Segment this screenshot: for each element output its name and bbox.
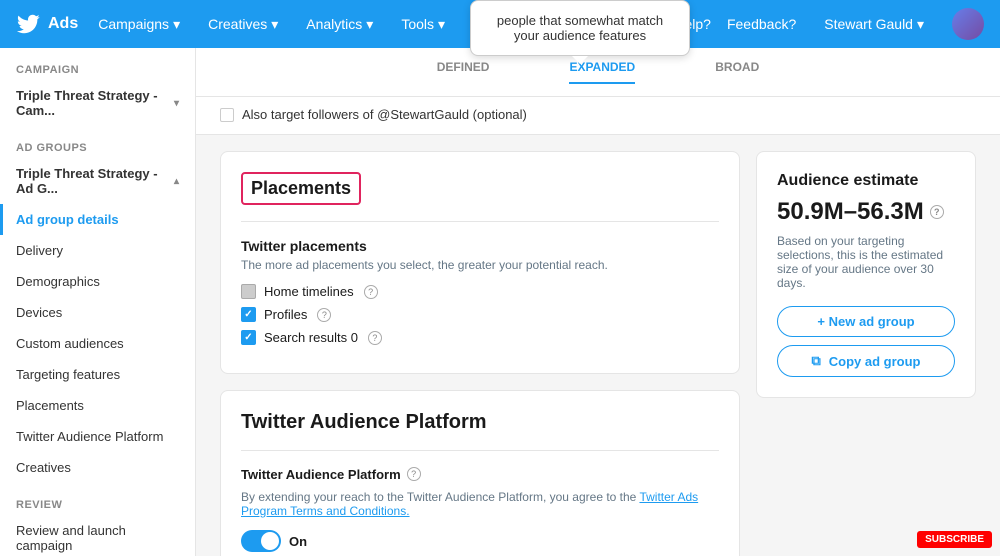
- toggle-knob: [261, 532, 279, 550]
- twitter-logo-icon: [16, 12, 40, 36]
- sidebar-item-delivery[interactable]: Delivery: [0, 235, 195, 266]
- campaign-section-label: CAMPAIGN: [0, 48, 195, 80]
- chevron-up-icon: ▴: [174, 176, 179, 187]
- new-ad-group-button[interactable]: + New ad group: [777, 306, 955, 337]
- placements-title-row: Placements: [241, 172, 719, 205]
- chevron-down-icon: ▾: [438, 16, 445, 33]
- main-content: DEFINED EXPANDED BROAD Also target follo…: [196, 48, 1000, 556]
- navbar-right: Help? Feedback? Stewart Gauld ▾: [674, 8, 984, 40]
- also-target-row: Also target followers of @StewartGauld (…: [196, 97, 1000, 135]
- content-main: Placements Twitter placements The more a…: [220, 151, 740, 556]
- sidebar-item-placements[interactable]: Placements: [0, 390, 195, 421]
- tap-subtitle: Twitter Audience Platform: [241, 467, 401, 482]
- tap-subtitle-row: Twitter Audience Platform ?: [241, 467, 719, 482]
- sidebar-item-demographics[interactable]: Demographics: [0, 266, 195, 297]
- tap-info-icon[interactable]: ?: [407, 467, 421, 481]
- tab-broad[interactable]: BROAD: [715, 60, 759, 84]
- brand-name: Ads: [48, 15, 78, 33]
- youtube-subscribe-badge: SUBSCRIBE: [917, 531, 992, 548]
- chevron-down-icon: ▾: [173, 16, 180, 33]
- audience-estimate-title: Audience estimate: [777, 172, 955, 190]
- sidebar-item-creatives[interactable]: Creatives: [0, 452, 195, 483]
- chevron-down-icon: ▾: [271, 16, 278, 33]
- sidebar-ad-group-name[interactable]: Triple Threat Strategy - Ad G... ▴: [0, 158, 195, 204]
- sidebar-item-targeting-features[interactable]: Targeting features: [0, 359, 195, 390]
- avatar[interactable]: [952, 8, 984, 40]
- toggle-label: On: [289, 534, 307, 549]
- checkbox-partial-icon: [241, 284, 256, 299]
- brand: Ads: [16, 12, 78, 36]
- placements-section-title: Twitter placements: [241, 238, 719, 254]
- also-target-label[interactable]: Also target followers of @StewartGauld (…: [220, 107, 976, 122]
- tap-card: Twitter Audience Platform Twitter Audien…: [220, 390, 740, 556]
- content-area: Placements Twitter placements The more a…: [196, 135, 1000, 556]
- info-icon[interactable]: ?: [317, 308, 331, 322]
- user-menu[interactable]: Stewart Gauld ▾: [812, 10, 936, 39]
- info-icon[interactable]: ?: [368, 331, 382, 345]
- tooltip-arrow: [572, 56, 588, 64]
- sidebar: CAMPAIGN Triple Threat Strategy - Cam...…: [0, 48, 196, 556]
- sidebar-item-review[interactable]: Review and launch campaign: [0, 515, 195, 556]
- tooltip-text: people that somewhat match your audience…: [497, 13, 663, 43]
- placement-profiles[interactable]: Profiles ?: [241, 307, 719, 322]
- tooltip-container: people that somewhat match your audience…: [470, 0, 690, 64]
- placements-card: Placements Twitter placements The more a…: [220, 151, 740, 374]
- sidebar-item-custom-audiences[interactable]: Custom audiences: [0, 328, 195, 359]
- action-buttons: + New ad group ⧉ Copy ad group: [777, 306, 955, 377]
- sidebar-item-twitter-audience-platform[interactable]: Twitter Audience Platform: [0, 421, 195, 452]
- placement-home-timelines[interactable]: Home timelines ?: [241, 284, 719, 299]
- placements-title: Placements: [241, 172, 361, 205]
- progress-tabs: DEFINED EXPANDED BROAD: [220, 60, 976, 96]
- chevron-down-icon: ▾: [174, 98, 179, 109]
- also-target-checkbox[interactable]: [220, 108, 234, 122]
- tap-title: Twitter Audience Platform: [241, 411, 719, 434]
- copy-ad-group-button[interactable]: ⧉ Copy ad group: [777, 345, 955, 377]
- placement-search-results[interactable]: Search results 0 ?: [241, 330, 719, 345]
- sidebar-item-devices[interactable]: Devices: [0, 297, 195, 328]
- chevron-down-icon: ▾: [366, 16, 373, 33]
- audience-estimate-card: Audience estimate 50.9M–56.3M ? Based on…: [756, 151, 976, 398]
- chevron-down-icon: ▾: [917, 16, 924, 33]
- navbar-nav: Campaigns ▾ Creatives ▾ Analytics ▾ Tool…: [86, 10, 457, 39]
- divider: [241, 221, 719, 222]
- audience-description: Based on your targeting selections, this…: [777, 234, 955, 290]
- audience-range: 50.9M–56.3M ?: [777, 198, 955, 226]
- tap-toggle[interactable]: [241, 530, 281, 552]
- nav-analytics[interactable]: Analytics ▾: [294, 10, 385, 39]
- checkbox-checked-icon: [241, 307, 256, 322]
- tooltip-box: people that somewhat match your audience…: [470, 0, 690, 56]
- nav-tools[interactable]: Tools ▾: [389, 10, 457, 39]
- toggle-row: On: [241, 530, 719, 552]
- layout: CAMPAIGN Triple Threat Strategy - Cam...…: [0, 48, 1000, 556]
- sidebar-campaign-name[interactable]: Triple Threat Strategy - Cam... ▾: [0, 80, 195, 126]
- placements-section-subtitle: The more ad placements you select, the g…: [241, 258, 719, 272]
- nav-campaigns[interactable]: Campaigns ▾: [86, 10, 192, 39]
- tap-divider: [241, 450, 719, 451]
- audience-info-icon[interactable]: ?: [930, 205, 944, 219]
- nav-creatives[interactable]: Creatives ▾: [196, 10, 290, 39]
- avatar-image: [952, 8, 984, 40]
- review-section-label: REVIEW: [0, 483, 195, 515]
- checkbox-checked-icon: [241, 330, 256, 345]
- right-panel: Audience estimate 50.9M–56.3M ? Based on…: [756, 151, 976, 556]
- info-icon[interactable]: ?: [364, 285, 378, 299]
- feedback-link[interactable]: Feedback?: [727, 16, 796, 32]
- tap-description: By extending your reach to the Twitter A…: [241, 490, 719, 518]
- copy-icon: ⧉: [811, 353, 820, 369]
- sidebar-item-ad-group-details[interactable]: Ad group details: [0, 204, 195, 235]
- ad-groups-section-label: AD GROUPS: [0, 126, 195, 158]
